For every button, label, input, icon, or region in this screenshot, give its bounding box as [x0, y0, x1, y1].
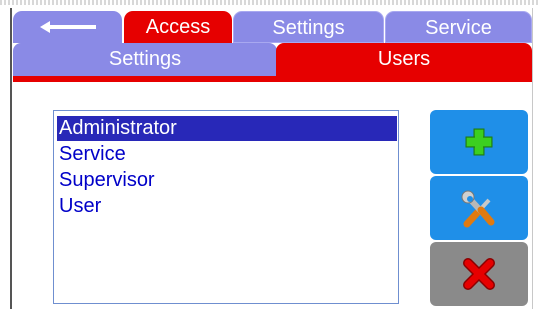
back-arrow-icon: [40, 21, 96, 33]
list-item-user[interactable]: User: [57, 194, 397, 219]
plus-icon: [465, 128, 493, 156]
subtab-users[interactable]: Users: [276, 43, 532, 76]
subtab-settings[interactable]: Settings: [13, 43, 277, 76]
tab-service[interactable]: Service: [385, 11, 532, 43]
right-border: [532, 8, 533, 309]
screen: Access Settings Service Settings Users A…: [0, 0, 539, 309]
user-list[interactable]: Administrator Service Supervisor User: [53, 110, 399, 304]
tab-access[interactable]: Access: [124, 11, 232, 43]
x-icon: [463, 258, 495, 290]
active-tab-underline: [13, 76, 532, 82]
back-tab[interactable]: [13, 11, 122, 43]
tab-settings[interactable]: Settings: [233, 11, 384, 43]
list-item-service[interactable]: Service: [57, 142, 397, 167]
tools-icon: [461, 190, 495, 228]
edit-user-button[interactable]: [430, 176, 528, 240]
delete-user-button[interactable]: [430, 242, 528, 306]
list-item-supervisor[interactable]: Supervisor: [57, 168, 397, 193]
list-item-administrator[interactable]: Administrator: [57, 116, 397, 141]
top-border: [0, 0, 539, 5]
left-border: [10, 8, 12, 309]
add-user-button[interactable]: [430, 110, 528, 174]
